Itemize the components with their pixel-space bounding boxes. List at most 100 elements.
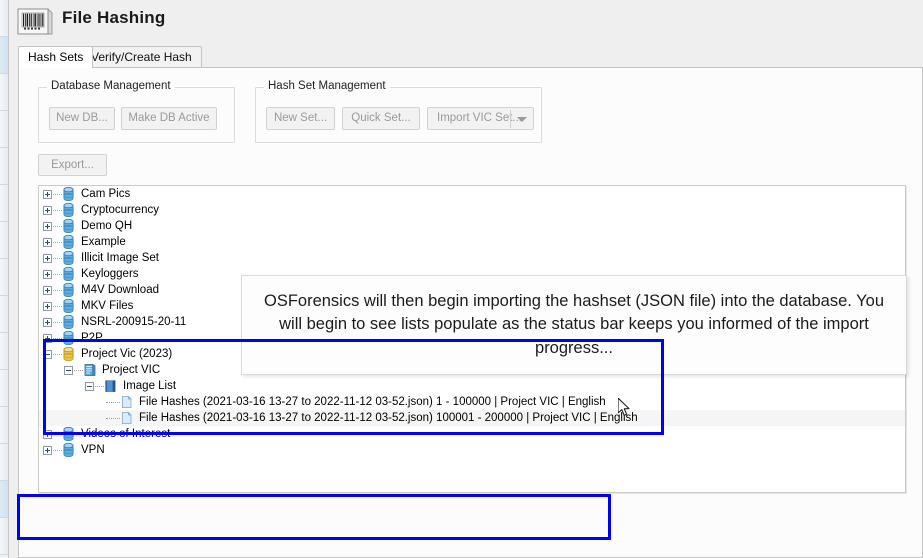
left-nav-item[interactable] (0, 296, 8, 333)
tree-item[interactable]: Videos of Interest (39, 426, 905, 442)
tree-item-label: Demo QH (81, 220, 133, 232)
make-db-active-button[interactable]: Make DB Active (121, 107, 217, 130)
left-nav-item[interactable] (0, 74, 8, 111)
tree-connector (53, 353, 62, 355)
left-nav-item[interactable] (0, 222, 8, 259)
database-icon-blue (62, 443, 75, 457)
tree-expander-collapsed[interactable] (43, 429, 52, 439)
database-icon-blue (62, 331, 75, 345)
database-icon-blue (62, 219, 75, 233)
instruction-callout-text: OSForensics will then begin importing th… (263, 291, 884, 357)
tree-connector (106, 401, 120, 403)
chevron-down-icon[interactable] (517, 117, 527, 122)
tree-expander-collapsed[interactable] (43, 237, 52, 247)
tree-item[interactable]: File Hashes (2021-03-16 13-27 to 2022-11… (39, 394, 905, 410)
left-nav-item[interactable] (0, 481, 8, 518)
hash-set-management-title: Hash Set Management (264, 80, 390, 92)
tree-item[interactable]: Illicit Image Set (39, 250, 905, 266)
tree-item[interactable]: Cryptocurrency (39, 202, 905, 218)
tree-item-label: Videos of Interest (81, 428, 171, 440)
split-separator (510, 110, 511, 128)
left-nav-item[interactable] (0, 407, 8, 444)
tree-item-label: Project Vic (2023) (81, 348, 173, 360)
left-nav-item[interactable] (0, 333, 8, 370)
tree-expander-collapsed[interactable] (43, 445, 52, 455)
tree-item[interactable]: Image List (39, 378, 905, 394)
left-nav-item[interactable] (0, 518, 8, 555)
tree-connector (53, 289, 62, 291)
left-nav-item[interactable] (0, 0, 8, 37)
database-icon-blue (62, 187, 75, 201)
instruction-callout: OSForensics will then begin importing th… (241, 275, 907, 375)
new-set-button[interactable]: New Set... (266, 107, 335, 130)
database-icon-blue (62, 299, 75, 313)
page-title: File Hashing (62, 8, 166, 27)
new-db-button[interactable]: New DB... (49, 107, 115, 130)
tree-connector (53, 433, 62, 435)
tree-item-label: File Hashes (2021-03-16 13-27 to 2022-11… (139, 396, 606, 408)
tree-connector (53, 193, 62, 195)
page-header: File Hashing (9, 0, 923, 42)
export-button[interactable]: Export... (38, 154, 107, 176)
left-nav-item[interactable] (0, 37, 8, 74)
tree-item-label: P2P (81, 332, 103, 344)
left-nav-item[interactable] (0, 185, 8, 222)
tree-expander-collapsed[interactable] (43, 269, 52, 279)
tree-connector (53, 209, 62, 211)
tree-expander-collapsed[interactable] (43, 285, 52, 295)
tree-connector (74, 369, 83, 371)
file-icon (120, 395, 133, 409)
tree-expander-collapsed[interactable] (43, 221, 52, 231)
database-icon-blue (62, 315, 75, 329)
tab-verify-create-hash[interactable]: Verify/Create Hash (81, 46, 202, 67)
tree-connector (53, 273, 62, 275)
hashset-icon (83, 363, 96, 377)
tree-item[interactable]: VPN (39, 442, 905, 458)
database-management-group: Database Management New DB... Make DB Ac… (38, 80, 235, 143)
left-nav-item[interactable] (0, 444, 8, 481)
tree-connector (53, 321, 62, 323)
tree-item-label: Image List (123, 380, 177, 392)
tree-item-label: Project VIC (102, 364, 161, 376)
database-icon-gold (62, 347, 75, 361)
tree-expander-expanded[interactable] (43, 349, 52, 359)
barcode-icon (17, 8, 53, 35)
tree-item-label: NSRL-200915-20-11 (81, 316, 187, 328)
database-management-title: Database Management (47, 80, 175, 92)
tree-expander-expanded[interactable] (85, 381, 94, 391)
database-icon-blue (62, 251, 75, 265)
tree-expander-collapsed[interactable] (43, 189, 52, 199)
left-nav-item[interactable] (0, 259, 8, 296)
import-vic-set-button[interactable]: Import VIC Set... (427, 107, 534, 130)
tree-connector (53, 241, 62, 243)
database-icon-blue (62, 267, 75, 281)
tree-connector (106, 417, 120, 419)
left-nav-item[interactable] (0, 148, 8, 185)
tree-connector (53, 257, 62, 259)
tree-item-label: Cam Pics (81, 188, 131, 200)
left-nav-item[interactable] (0, 111, 8, 148)
hash-sets-panel: Database Management New DB... Make DB Ac… (18, 67, 923, 558)
tree-expander-collapsed[interactable] (43, 333, 52, 343)
tree-item-label: VPN (81, 444, 105, 456)
tree-connector (53, 337, 62, 339)
hash-set-management-group: Hash Set Management New Set... Quick Set… (255, 80, 542, 143)
left-nav-item[interactable] (0, 370, 8, 407)
tree-connector (53, 449, 62, 451)
tree-item-label: Illicit Image Set (81, 252, 159, 264)
tree-item[interactable]: Example (39, 234, 905, 250)
tab-strip: Hash Sets Verify/Create Hash (18, 46, 923, 68)
tree-connector (53, 305, 62, 307)
tree-expander-collapsed[interactable] (43, 317, 52, 327)
tree-expander-expanded[interactable] (64, 365, 73, 375)
tree-expander-collapsed[interactable] (43, 301, 52, 311)
tree-expander-collapsed[interactable] (43, 205, 52, 215)
tab-hash-sets[interactable]: Hash Sets (18, 46, 94, 68)
tree-item[interactable]: File Hashes (2021-03-16 13-27 to 2022-11… (39, 410, 905, 426)
tree-expander-collapsed[interactable] (43, 253, 52, 263)
tree-item[interactable]: Demo QH (39, 218, 905, 234)
tree-item[interactable]: Cam Pics (39, 186, 905, 202)
quick-set-button[interactable]: Quick Set... (342, 107, 420, 130)
left-nav-strip[interactable] (0, 0, 9, 558)
tree-item-label: M4V Download (81, 284, 159, 296)
